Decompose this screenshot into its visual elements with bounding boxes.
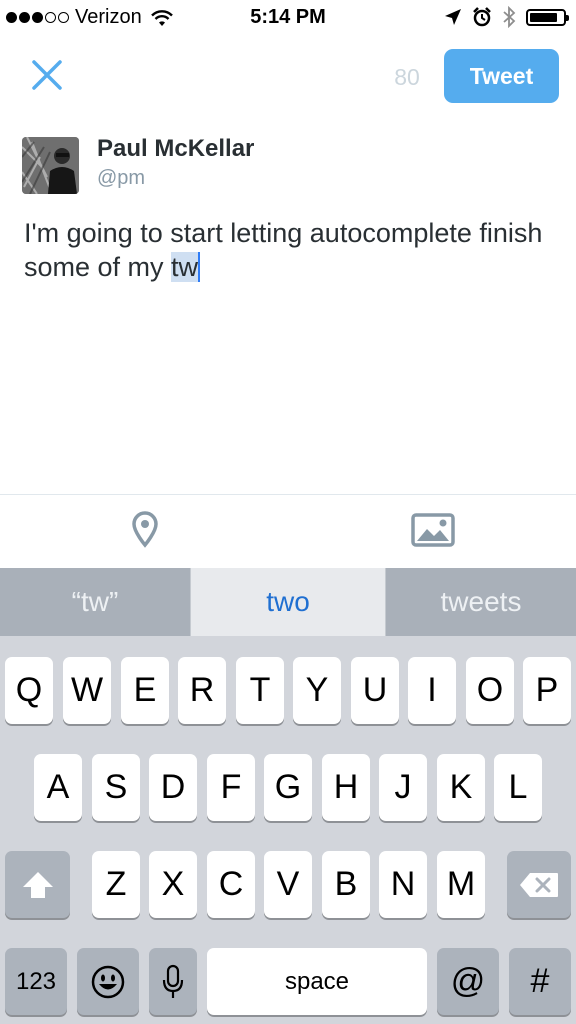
key-f[interactable]: F [207, 754, 255, 821]
key-i[interactable]: I [408, 657, 456, 724]
space-key[interactable]: space [207, 948, 427, 1015]
tweet-button[interactable]: Tweet [444, 49, 559, 103]
hash-key[interactable]: # [509, 948, 571, 1015]
avatar-image [22, 137, 79, 194]
shift-arrow-icon [22, 871, 53, 898]
key-b[interactable]: B [322, 851, 370, 918]
key-a[interactable]: A [34, 754, 82, 821]
key-k[interactable]: K [437, 754, 485, 821]
backspace-icon [520, 872, 558, 897]
character-count: 80 [394, 64, 420, 90]
photo-icon[interactable] [411, 513, 455, 547]
key-y[interactable]: Y [293, 657, 341, 724]
close-icon[interactable] [30, 58, 64, 92]
key-m[interactable]: M [437, 851, 485, 918]
tweet-text: I'm going to start letting autocomplete … [24, 218, 543, 282]
microphone-icon [162, 964, 184, 998]
compose-toolbar [0, 494, 576, 569]
key-t[interactable]: T [236, 657, 284, 724]
key-e[interactable]: E [121, 657, 169, 724]
battery-icon [526, 8, 569, 26]
alarm-icon [473, 7, 491, 27]
key-v[interactable]: V [264, 851, 312, 918]
numbers-key[interactable]: 123 [5, 948, 67, 1015]
suggestion-alternate[interactable]: tweets [386, 568, 576, 636]
key-x[interactable]: X [149, 851, 197, 918]
suggestion-literal[interactable]: “tw” [0, 568, 190, 636]
key-u[interactable]: U [351, 657, 399, 724]
key-p[interactable]: P [523, 657, 571, 724]
status-right-icons [444, 6, 569, 28]
key-w[interactable]: W [63, 657, 111, 724]
autocomplete-bar: “tw” two tweets [0, 568, 576, 636]
at-key[interactable]: @ [437, 948, 499, 1015]
status-bar: Verizon 5:14 PM [0, 0, 576, 38]
emoji-icon [91, 965, 125, 998]
delete-key[interactable] [507, 851, 571, 918]
selected-text: tw [171, 252, 199, 282]
location-arrow-icon [445, 9, 461, 25]
key-q[interactable]: Q [5, 657, 53, 724]
location-pin-icon[interactable] [130, 511, 160, 549]
text-cursor [198, 252, 201, 282]
key-g[interactable]: G [264, 754, 312, 821]
bluetooth-icon [503, 6, 516, 28]
key-j[interactable]: J [379, 754, 427, 821]
key-z[interactable]: Z [92, 851, 140, 918]
key-n[interactable]: N [379, 851, 427, 918]
shift-key[interactable] [5, 851, 70, 918]
tweet-text-area[interactable]: I'm going to start letting autocomplete … [24, 216, 554, 284]
key-l[interactable]: L [494, 754, 542, 821]
suggestion-primary[interactable]: two [191, 568, 385, 636]
dictation-key[interactable] [149, 948, 197, 1015]
avatar[interactable] [22, 137, 79, 194]
key-s[interactable]: S [92, 754, 140, 821]
key-o[interactable]: O [466, 657, 514, 724]
key-r[interactable]: R [178, 657, 226, 724]
key-h[interactable]: H [322, 754, 370, 821]
key-d[interactable]: D [149, 754, 197, 821]
key-c[interactable]: C [207, 851, 255, 918]
keyboard: Q W E R T Y U I O P A S D F G H J K L Z … [0, 636, 576, 1024]
author-handle: @pm [97, 167, 146, 189]
author-display-name: Paul McKellar [97, 135, 255, 162]
emoji-key[interactable] [77, 948, 139, 1015]
